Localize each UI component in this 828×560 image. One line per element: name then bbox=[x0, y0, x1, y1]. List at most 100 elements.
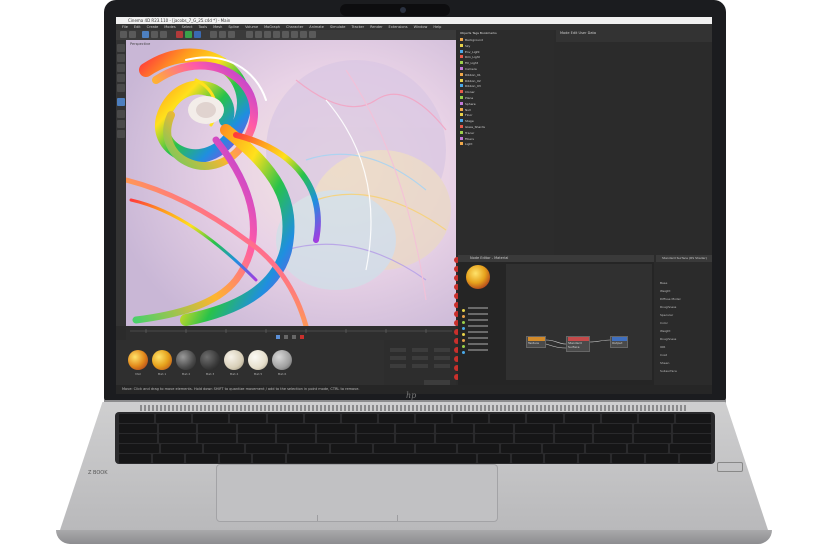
workplane-icon[interactable] bbox=[117, 120, 125, 128]
rotate-tool-icon[interactable] bbox=[160, 31, 167, 38]
keyboard-key[interactable] bbox=[119, 424, 157, 433]
texture-mode-icon[interactable] bbox=[117, 54, 125, 62]
material-swatch[interactable] bbox=[128, 350, 148, 370]
keyboard-key[interactable] bbox=[119, 454, 151, 463]
menu-item[interactable]: Render bbox=[370, 25, 382, 29]
keyboard-key[interactable] bbox=[415, 444, 457, 453]
object-row[interactable]: Rim_Light bbox=[460, 55, 480, 59]
render-icon[interactable] bbox=[219, 31, 226, 38]
keyboard-key[interactable] bbox=[601, 414, 637, 423]
keyboard-key[interactable] bbox=[341, 414, 377, 423]
object-row[interactable]: Camera bbox=[460, 67, 477, 71]
object-row[interactable]: Ribbon_02 bbox=[460, 78, 481, 83]
object-row[interactable]: Cloner bbox=[460, 90, 475, 94]
undo-icon[interactable] bbox=[120, 31, 127, 38]
keyboard-key[interactable] bbox=[219, 454, 252, 463]
floor-icon[interactable] bbox=[291, 31, 298, 38]
camera-icon[interactable] bbox=[300, 31, 307, 38]
keyboard-key[interactable] bbox=[554, 424, 593, 433]
keyboard-key[interactable] bbox=[633, 424, 672, 433]
fingerprint-reader-icon[interactable] bbox=[717, 462, 743, 472]
object-row[interactable]: Glass_Shards bbox=[460, 125, 485, 129]
node-attribute-row[interactable]: Diffuse Model bbox=[660, 298, 708, 301]
keyboard-key[interactable] bbox=[158, 434, 197, 443]
node-standard-surface[interactable]: Standard Surface bbox=[566, 336, 590, 352]
keyboard-key[interactable] bbox=[458, 444, 499, 453]
keyboard-key[interactable] bbox=[267, 414, 303, 423]
material-swatch[interactable] bbox=[152, 350, 172, 370]
pen-icon[interactable] bbox=[255, 31, 262, 38]
node-attribute-row[interactable]: Specular bbox=[660, 314, 708, 317]
render-view-icon[interactable] bbox=[210, 31, 217, 38]
keyboard-key[interactable] bbox=[453, 414, 489, 423]
keyboard-key[interactable] bbox=[253, 454, 285, 463]
light-icon[interactable] bbox=[309, 31, 316, 38]
keyboard-key[interactable] bbox=[198, 424, 236, 433]
menu-item[interactable]: Volume bbox=[245, 25, 258, 29]
keyboard-key[interactable] bbox=[356, 424, 395, 433]
keyboard-key[interactable] bbox=[645, 454, 678, 463]
node-attribute-row[interactable]: Weight bbox=[660, 330, 708, 333]
keyboard-key[interactable] bbox=[435, 434, 474, 443]
object-row[interactable]: Fill_Light bbox=[460, 61, 478, 65]
keyboard-key[interactable] bbox=[554, 434, 593, 443]
keyboard-key[interactable] bbox=[511, 454, 544, 463]
snap-icon[interactable] bbox=[117, 110, 125, 118]
node-list-item[interactable] bbox=[462, 333, 500, 348]
keyboard-key[interactable] bbox=[316, 424, 355, 433]
menu-item[interactable]: Tracker bbox=[351, 25, 364, 29]
keyboard-key[interactable] bbox=[304, 414, 340, 423]
keyboard-key[interactable] bbox=[203, 444, 245, 453]
keyboard-key[interactable] bbox=[633, 434, 672, 443]
object-row[interactable]: Ribbon_03 bbox=[460, 84, 481, 88]
keyboard-key[interactable] bbox=[316, 434, 355, 443]
keyboard-key[interactable] bbox=[277, 424, 315, 433]
keyboard-key[interactable] bbox=[237, 424, 276, 433]
menu-item[interactable]: Extensions bbox=[389, 25, 408, 29]
keyboard-key[interactable] bbox=[378, 414, 414, 423]
node-attribute-row[interactable]: Weight bbox=[660, 290, 708, 293]
keyboard-key[interactable] bbox=[578, 454, 611, 463]
node-list-item[interactable] bbox=[462, 339, 500, 354]
object-row[interactable]: Sphere bbox=[460, 101, 476, 106]
keyboard-key[interactable] bbox=[246, 444, 287, 453]
object-row[interactable]: Tracer bbox=[460, 130, 474, 135]
keyboard-key[interactable] bbox=[594, 424, 632, 433]
keyboard-key[interactable] bbox=[478, 454, 510, 463]
keyboard-key[interactable] bbox=[193, 414, 229, 423]
keyboard-key[interactable] bbox=[198, 434, 236, 443]
keyboard-key[interactable] bbox=[119, 434, 157, 443]
points-mode-icon[interactable] bbox=[117, 64, 125, 72]
menu-item[interactable]: Mesh bbox=[213, 25, 222, 29]
node-list-item[interactable] bbox=[462, 309, 500, 324]
keyboard-key[interactable] bbox=[612, 454, 644, 463]
object-row[interactable]: Floor bbox=[460, 113, 472, 117]
keyboard-key[interactable] bbox=[396, 424, 434, 433]
object-row[interactable]: Plane bbox=[460, 96, 473, 100]
keyboard-key[interactable] bbox=[679, 454, 712, 463]
node-texture[interactable]: Texture bbox=[526, 336, 546, 348]
keyboard-key[interactable] bbox=[673, 434, 711, 443]
keyboard-key[interactable] bbox=[527, 414, 563, 423]
render-settings-icon[interactable] bbox=[228, 31, 235, 38]
deformer-icon[interactable] bbox=[282, 31, 289, 38]
z-axis-icon[interactable] bbox=[194, 31, 201, 38]
keyboard-key[interactable] bbox=[119, 444, 160, 453]
object-row[interactable]: Ribbon_01 bbox=[460, 72, 481, 77]
keyboard-key[interactable] bbox=[594, 434, 632, 443]
object-row[interactable]: Null bbox=[460, 107, 471, 112]
keyboard-key[interactable] bbox=[673, 424, 711, 433]
node-attribute-row[interactable]: Color bbox=[660, 322, 708, 325]
object-row[interactable]: Stage bbox=[460, 119, 474, 123]
keyboard-key[interactable] bbox=[396, 434, 434, 443]
subdivision-icon[interactable] bbox=[264, 31, 271, 38]
node-attribute-row[interactable]: IOR bbox=[660, 346, 708, 349]
node-list-item[interactable] bbox=[462, 315, 500, 330]
menu-item[interactable]: Select bbox=[182, 25, 193, 29]
object-row[interactable]: Light bbox=[460, 142, 473, 146]
node-list-item[interactable] bbox=[462, 327, 500, 342]
menu-item[interactable]: Animate bbox=[309, 25, 324, 29]
node-attribute-row[interactable]: Sheen bbox=[660, 362, 708, 365]
node-attribute-row[interactable]: Coat bbox=[660, 354, 708, 357]
object-row[interactable]: Env_Light bbox=[460, 49, 480, 54]
